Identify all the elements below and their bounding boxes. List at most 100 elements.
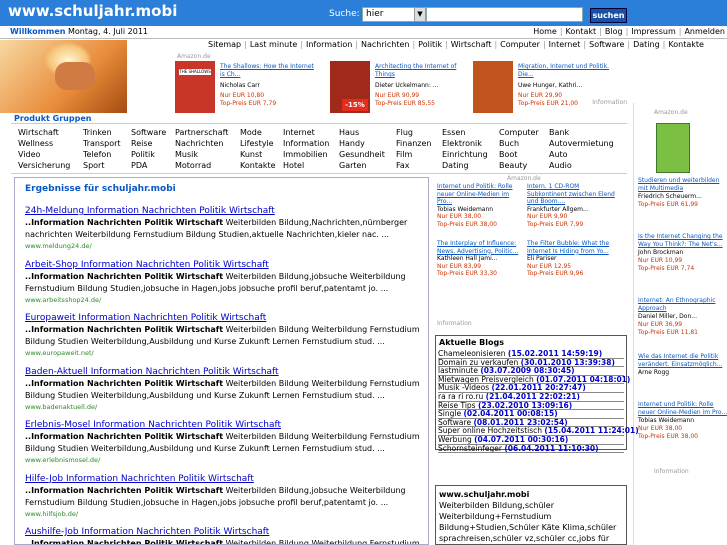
result-url[interactable]: www.europaweit.net/ — [25, 349, 420, 357]
product-group-link[interactable]: Garten — [339, 161, 367, 170]
product-group-link[interactable]: Wellness — [18, 139, 53, 148]
right-amazon-book[interactable]: Internet: An Ethnographic Approach Danie… — [638, 297, 727, 337]
right-book-title[interactable]: Wie das Internet die Politik verändert. … — [638, 353, 727, 369]
nav-blog[interactable]: Blog — [605, 27, 623, 36]
nav-wirtschaft[interactable]: Wirtschaft — [451, 40, 492, 49]
result-title-link[interactable]: 24h-Meldung Information Nachrichten Poli… — [25, 206, 420, 216]
result-title-link[interactable]: Hilfe-Job Information Nachrichten Politi… — [25, 474, 420, 484]
product-group-link[interactable]: Motorrad — [175, 161, 211, 170]
nav-kontakt[interactable]: Kontakt — [566, 27, 597, 36]
amazon-item[interactable]: -15% Architecting the Internet of Things… — [330, 61, 480, 113]
right-book-title[interactable]: Internet: An Ethnographic Approach — [638, 297, 727, 313]
product-group-link[interactable]: Nachrichten — [175, 139, 223, 148]
product-group-link[interactable]: Fax — [396, 161, 410, 170]
product-group-link[interactable]: Kunst — [240, 150, 262, 159]
product-group-link[interactable]: Kontakte — [240, 161, 276, 170]
right-book-title[interactable]: Studieren und weiterbilden mit Multimedi… — [638, 177, 727, 193]
nav-impressum[interactable]: Impressum — [631, 27, 675, 36]
product-group-link[interactable]: Handy — [339, 139, 365, 148]
search-button[interactable]: suchen — [590, 8, 627, 23]
book-cover-icon[interactable]: -15% — [330, 61, 370, 113]
middle-amazon-book[interactable]: The Filter Bubble: What the Internet Is … — [527, 240, 615, 278]
right-book-title[interactable]: Is the Internet Changing the Way You Thi… — [638, 233, 727, 249]
result-url[interactable]: www.meldung24.de/ — [25, 242, 420, 250]
nav-sitemap[interactable]: Sitemap — [208, 40, 241, 49]
right-amazon-book[interactable]: Is the Internet Changing the Way You Thi… — [638, 233, 727, 273]
product-group-link[interactable]: Internet — [283, 128, 315, 137]
nav-last-minute[interactable]: Last minute — [250, 40, 297, 49]
result-url[interactable]: www.arbeitsshop24.de/ — [25, 296, 420, 304]
product-group-link[interactable]: Auto — [549, 150, 568, 159]
product-group-link[interactable]: Haus — [339, 128, 359, 137]
nav-politik[interactable]: Politik — [418, 40, 442, 49]
product-group-link[interactable]: Mode — [240, 128, 262, 137]
product-group-link[interactable]: Versicherung — [18, 161, 70, 170]
product-group-link[interactable]: Dating — [442, 161, 469, 170]
result-url[interactable]: www.hilfsjob.de/ — [25, 510, 420, 518]
product-group-link[interactable]: Autovermietung — [549, 139, 614, 148]
mid-book-title[interactable]: Internet und Politik: Rolle neuer Online… — [437, 183, 525, 206]
mid-book-title[interactable]: Intern. 1 CD-ROM Subkontinent zwischen E… — [527, 183, 615, 206]
right-amazon-book[interactable]: Internet und Politik: Rolle neuer Online… — [638, 401, 727, 441]
product-group-link[interactable]: Computer — [499, 128, 539, 137]
nav-internet[interactable]: Internet — [549, 40, 581, 49]
result-title-link[interactable]: Baden-Aktuell Information Nachrichten Po… — [25, 367, 420, 377]
product-group-link[interactable]: Video — [18, 150, 40, 159]
result-url[interactable]: www.erlebnismosel.de/ — [25, 456, 420, 464]
amazon-item-title[interactable]: Architecting the Internet of Things — [375, 63, 475, 79]
product-group-link[interactable]: Reise — [131, 139, 152, 148]
product-group-link[interactable]: Politik — [131, 150, 155, 159]
result-title-link[interactable]: Aushilfe-Job Information Nachrichten Pol… — [25, 527, 420, 537]
result-title-link[interactable]: Erlebnis-Mosel Information Nachrichten P… — [25, 420, 420, 430]
nav-dating[interactable]: Dating — [633, 40, 660, 49]
product-group-link[interactable]: Essen — [442, 128, 465, 137]
amazon-item-title[interactable]: The Shallows: How the Internet is Ch... — [220, 63, 320, 79]
nav-anmelden[interactable]: Anmelden — [684, 27, 725, 36]
right-amazon-book[interactable]: Wie das Internet die Politik verändert. … — [638, 353, 727, 377]
product-group-link[interactable]: Information — [283, 139, 329, 148]
middle-amazon-book[interactable]: Internet und Politik: Rolle neuer Online… — [437, 183, 525, 228]
amazon-item[interactable]: THE SHALLOWS The Shallows: How the Inter… — [175, 61, 325, 113]
product-group-link[interactable]: Film — [396, 150, 412, 159]
chevron-down-icon[interactable]: ▼ — [414, 7, 426, 22]
product-group-link[interactable]: Wirtschaft — [18, 128, 59, 137]
product-group-link[interactable]: Trinken — [83, 128, 112, 137]
result-title-link[interactable]: Europaweit Information Nachrichten Polit… — [25, 313, 420, 323]
result-title-link[interactable]: Arbeit-Shop Information Nachrichten Poli… — [25, 260, 420, 270]
right-amazon-book[interactable]: Studieren und weiterbilden mit Multimedi… — [638, 177, 727, 209]
book-cover-icon[interactable] — [656, 123, 690, 173]
product-group-link[interactable]: Buch — [499, 139, 519, 148]
nav-home[interactable]: Home — [533, 27, 557, 36]
book-cover-icon[interactable] — [473, 61, 513, 113]
product-group-link[interactable]: Lifestyle — [240, 139, 274, 148]
nav-software[interactable]: Software — [589, 40, 624, 49]
product-group-link[interactable]: Flug — [396, 128, 413, 137]
mid-book-title[interactable]: The Filter Bubble: What the Internet Is … — [527, 240, 615, 255]
product-group-link[interactable]: Telefon — [83, 150, 111, 159]
right-book-title[interactable]: Internet und Politik: Rolle neuer Online… — [638, 401, 727, 417]
book-cover-icon[interactable]: THE SHALLOWS — [175, 61, 215, 113]
site-title[interactable]: www.schuljahr.mobi — [8, 2, 177, 20]
product-group-link[interactable]: Finanzen — [396, 139, 431, 148]
product-group-link[interactable]: Bank — [549, 128, 569, 137]
mid-book-title[interactable]: The Interplay of Influence: News, Advert… — [437, 240, 525, 255]
product-group-link[interactable]: Musik — [175, 150, 198, 159]
product-group-link[interactable]: Software — [131, 128, 166, 137]
result-url[interactable]: www.badenaktuell.de/ — [25, 403, 420, 411]
product-group-link[interactable]: Transport — [83, 139, 121, 148]
product-group-link[interactable]: Gesundheit — [339, 150, 385, 159]
product-group-link[interactable]: Hotel — [283, 161, 304, 170]
product-group-link[interactable]: Immobilien — [283, 150, 328, 159]
product-group-link[interactable]: PDA — [131, 161, 147, 170]
search-category-select[interactable] — [426, 7, 583, 22]
product-group-link[interactable]: Einrichtung — [442, 150, 488, 159]
amazon-item-title[interactable]: Migration, Internet und Politik. Die... — [518, 63, 618, 79]
nav-nachrichten[interactable]: Nachrichten — [361, 40, 409, 49]
product-group-link[interactable]: Elektronik — [442, 139, 482, 148]
nav-kontakte[interactable]: Kontakte — [668, 40, 704, 49]
product-group-link[interactable]: Sport — [83, 161, 104, 170]
nav-information[interactable]: Information — [306, 40, 352, 49]
middle-amazon-book[interactable]: The Interplay of Influence: News, Advert… — [437, 240, 525, 278]
product-group-link[interactable]: Audio — [549, 161, 572, 170]
middle-amazon-book[interactable]: Intern. 1 CD-ROM Subkontinent zwischen E… — [527, 183, 615, 228]
